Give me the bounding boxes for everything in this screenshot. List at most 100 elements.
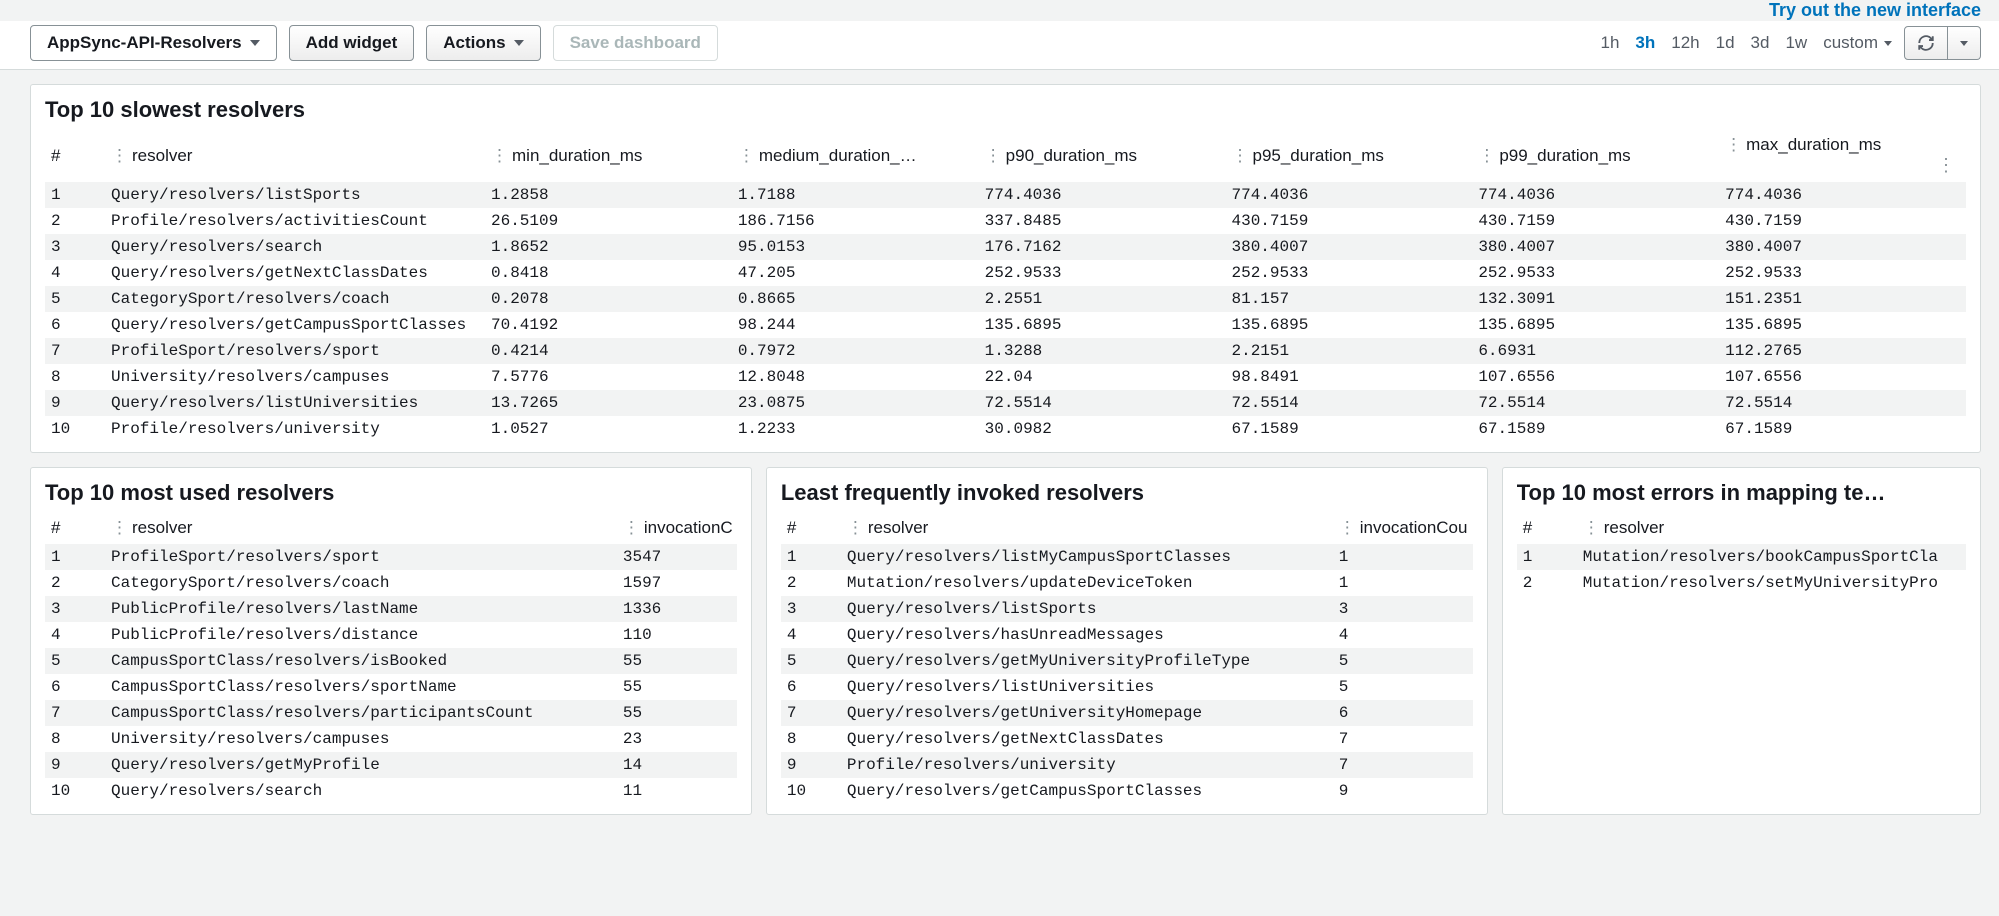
table-menu-icon[interactable]: ⋮	[1933, 155, 1960, 176]
table-cell: 72.5514	[1225, 390, 1472, 416]
table-row[interactable]: 8University/resolvers/campuses23	[45, 726, 737, 752]
table-row[interactable]: 6CampusSportClass/resolvers/sportName55	[45, 674, 737, 700]
table-cell: 430.7159	[1472, 208, 1719, 234]
table-cell: 774.4036	[979, 182, 1226, 208]
table-row[interactable]: 8University/resolvers/campuses7.577612.8…	[45, 364, 1966, 390]
table-cell: 2	[1517, 570, 1577, 596]
table-row[interactable]: 6Query/resolvers/getCampusSportClasses70…	[45, 312, 1966, 338]
table-cell: Profile/resolvers/university	[841, 752, 1333, 778]
table-cell: 1336	[617, 596, 737, 622]
table-cell: Mutation/resolvers/setMyUniversityPro	[1577, 570, 1966, 596]
time-range-custom[interactable]: custom	[1823, 33, 1892, 53]
add-widget-button[interactable]: Add widget	[289, 25, 415, 61]
table-row[interactable]: 10Profile/resolvers/university1.05271.22…	[45, 416, 1966, 442]
table-cell: 3	[1333, 596, 1473, 622]
column-header[interactable]: ⋮max_duration_ms⋮	[1719, 131, 1966, 182]
table-row[interactable]: 1Query/resolvers/listMyCampusSportClasse…	[781, 544, 1473, 570]
table-cell: 135.6895	[1472, 312, 1719, 338]
least-invoked-table: #⋮resolver⋮invocationCou1Query/resolvers…	[781, 514, 1473, 804]
column-header[interactable]: ⋮min_duration_ms	[485, 131, 732, 182]
table-row[interactable]: 3Query/resolvers/search1.865295.0153176.…	[45, 234, 1966, 260]
time-range-12h[interactable]: 12h	[1671, 33, 1699, 53]
refresh-button[interactable]	[1904, 26, 1948, 60]
column-header[interactable]: ⋮resolver	[841, 514, 1333, 544]
table-cell: 67.1589	[1719, 416, 1966, 442]
widget-title: Least frequently invoked resolvers	[781, 480, 1473, 506]
refresh-options-button[interactable]	[1948, 26, 1981, 60]
table-cell: Query/resolvers/listUniversities	[841, 674, 1333, 700]
table-cell: 1.0527	[485, 416, 732, 442]
column-header[interactable]: ⋮resolver	[105, 514, 617, 544]
table-cell: Query/resolvers/listSports	[841, 596, 1333, 622]
table-row[interactable]: 5Query/resolvers/getMyUniversityProfileT…	[781, 648, 1473, 674]
table-row[interactable]: 9Query/resolvers/listUniversities13.7265…	[45, 390, 1966, 416]
dashboard-selector[interactable]: AppSync-API-Resolvers	[30, 25, 277, 61]
table-row[interactable]: 3Query/resolvers/listSports3	[781, 596, 1473, 622]
table-cell: 2	[781, 570, 841, 596]
table-row[interactable]: 2Mutation/resolvers/updateDeviceToken1	[781, 570, 1473, 596]
column-header[interactable]: ⋮resolver	[1577, 514, 1966, 544]
time-range-1d[interactable]: 1d	[1716, 33, 1735, 53]
table-row[interactable]: 6Query/resolvers/listUniversities5	[781, 674, 1473, 700]
table-row[interactable]: 7ProfileSport/resolvers/sport0.42140.797…	[45, 338, 1966, 364]
column-grip-icon: ⋮	[738, 146, 755, 166]
widget-title: Top 10 slowest resolvers	[45, 97, 1966, 123]
table-row[interactable]: 2CategorySport/resolvers/coach1597	[45, 570, 737, 596]
table-row[interactable]: 4Query/resolvers/getNextClassDates0.8418…	[45, 260, 1966, 286]
table-cell: 1.7188	[732, 182, 979, 208]
column-grip-icon: ⋮	[491, 146, 508, 166]
table-row[interactable]: 8Query/resolvers/getNextClassDates7	[781, 726, 1473, 752]
column-label: p99_duration_ms	[1499, 146, 1630, 166]
table-row[interactable]: 2Profile/resolvers/activitiesCount26.510…	[45, 208, 1966, 234]
table-cell: University/resolvers/campuses	[105, 364, 485, 390]
table-row[interactable]: 7Query/resolvers/getUniversityHomepage6	[781, 700, 1473, 726]
time-range-3h[interactable]: 3h	[1635, 33, 1655, 53]
table-row[interactable]: 5CampusSportClass/resolvers/isBooked55	[45, 648, 737, 674]
table-cell: 1.3288	[979, 338, 1226, 364]
time-range-3d[interactable]: 3d	[1751, 33, 1770, 53]
actions-button[interactable]: Actions	[426, 25, 540, 61]
table-cell: 774.4036	[1225, 182, 1472, 208]
table-cell: Mutation/resolvers/updateDeviceToken	[841, 570, 1333, 596]
try-new-interface-link[interactable]: Try out the new interface	[0, 0, 1999, 21]
table-cell: 14	[617, 752, 737, 778]
table-cell: 380.4007	[1472, 234, 1719, 260]
table-cell: 3	[781, 596, 841, 622]
time-range-1h[interactable]: 1h	[1600, 33, 1619, 53]
table-row[interactable]: 7CampusSportClass/resolvers/participants…	[45, 700, 737, 726]
table-row[interactable]: 2Mutation/resolvers/setMyUniversityPro	[1517, 570, 1966, 596]
table-cell: 98.8491	[1225, 364, 1472, 390]
table-cell: Query/resolvers/listMyCampusSportClasses	[841, 544, 1333, 570]
table-row[interactable]: 1ProfileSport/resolvers/sport3547	[45, 544, 737, 570]
table-cell: Profile/resolvers/activitiesCount	[105, 208, 485, 234]
table-row[interactable]: 1Query/resolvers/listSports1.28581.71887…	[45, 182, 1966, 208]
column-header[interactable]: ⋮invocationC	[617, 514, 737, 544]
table-cell: 135.6895	[1719, 312, 1966, 338]
column-header[interactable]: ⋮resolver	[105, 131, 485, 182]
table-row[interactable]: 9Query/resolvers/getMyProfile14	[45, 752, 737, 778]
table-row[interactable]: 4PublicProfile/resolvers/distance110	[45, 622, 737, 648]
table-cell: 151.2351	[1719, 286, 1966, 312]
table-row[interactable]: 10Query/resolvers/search11	[45, 778, 737, 804]
table-cell: Query/resolvers/getMyProfile	[105, 752, 617, 778]
table-row[interactable]: 1Mutation/resolvers/bookCampusSportCla	[1517, 544, 1966, 570]
column-header[interactable]: ⋮medium_duration_…	[732, 131, 979, 182]
column-header[interactable]: ⋮p95_duration_ms	[1225, 131, 1472, 182]
column-header[interactable]: ⋮p90_duration_ms	[979, 131, 1226, 182]
table-row[interactable]: 5CategorySport/resolvers/coach0.20780.86…	[45, 286, 1966, 312]
table-row[interactable]: 10Query/resolvers/getCampusSportClasses9	[781, 778, 1473, 804]
table-row[interactable]: 3PublicProfile/resolvers/lastName1336	[45, 596, 737, 622]
table-row[interactable]: 9Profile/resolvers/university7	[781, 752, 1473, 778]
table-cell: CampusSportClass/resolvers/participantsC…	[105, 700, 617, 726]
time-range-1w[interactable]: 1w	[1785, 33, 1807, 53]
column-header[interactable]: #	[781, 514, 841, 544]
column-header[interactable]: #	[45, 514, 105, 544]
table-row[interactable]: 4Query/resolvers/hasUnreadMessages4	[781, 622, 1473, 648]
column-header[interactable]: #	[1517, 514, 1577, 544]
column-header[interactable]: ⋮p99_duration_ms	[1472, 131, 1719, 182]
table-cell: 0.8665	[732, 286, 979, 312]
column-header[interactable]: #	[45, 131, 105, 182]
column-header[interactable]: ⋮invocationCou	[1333, 514, 1473, 544]
column-label: resolver	[132, 518, 192, 538]
table-cell: 72.5514	[1719, 390, 1966, 416]
